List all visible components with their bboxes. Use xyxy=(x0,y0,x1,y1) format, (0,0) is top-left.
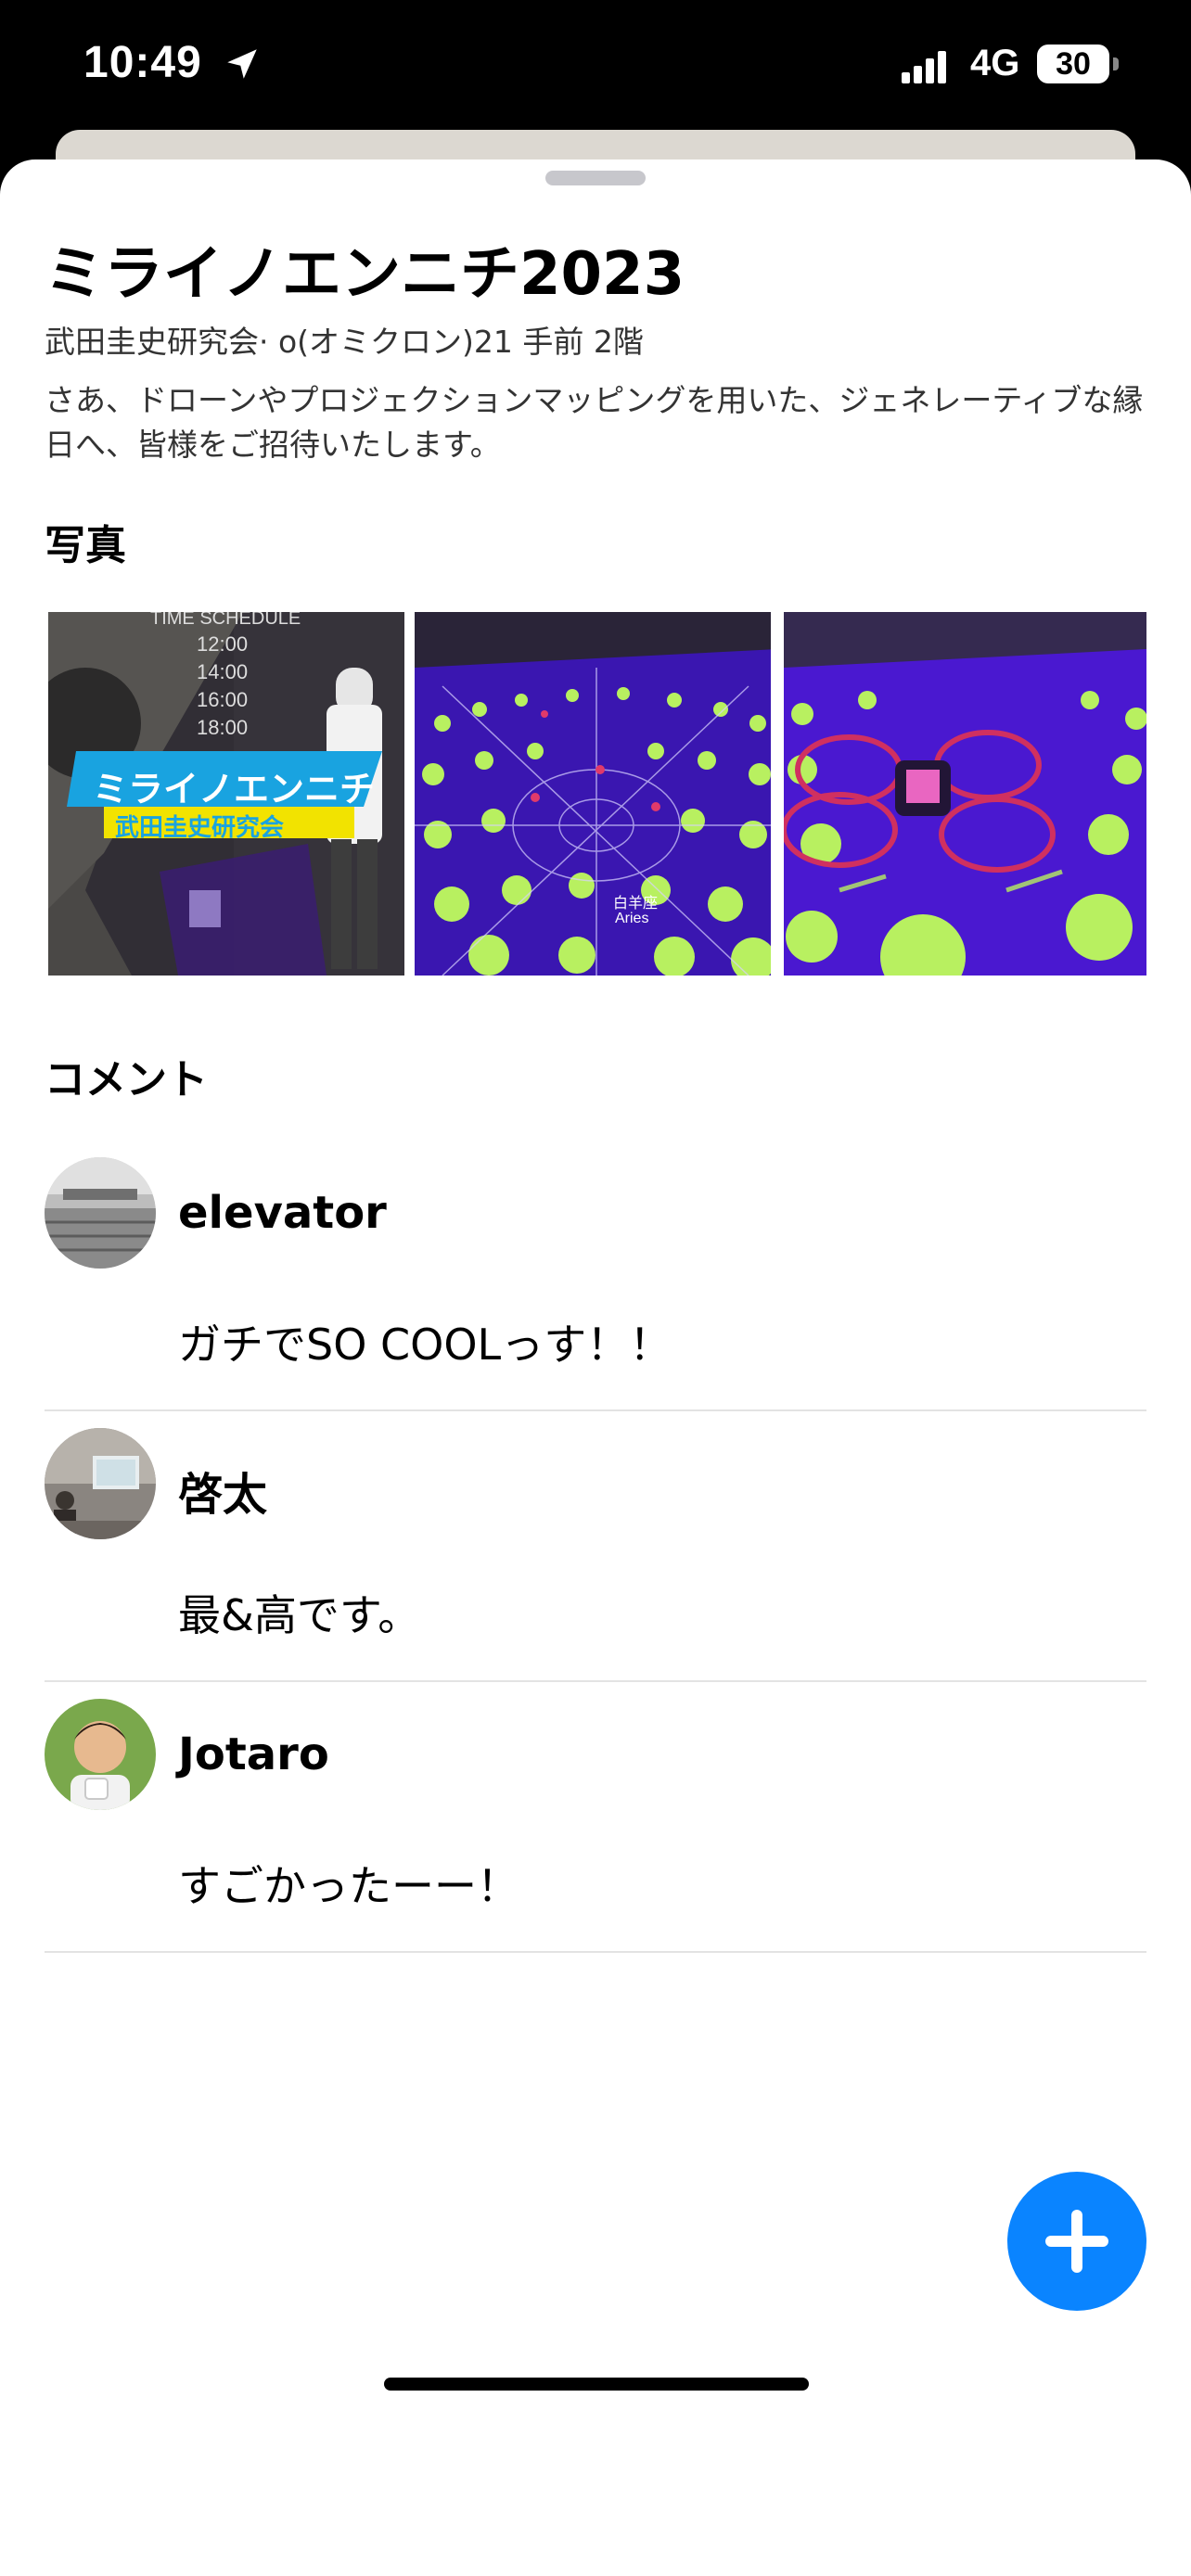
battery-tip xyxy=(1113,57,1119,70)
poster-title: ミライノエンニチ xyxy=(93,769,376,810)
status-time: 10:49 xyxy=(83,38,202,87)
event-title: ミライノエンニチ2023 xyxy=(45,240,685,309)
photo-caption: 白羊座 xyxy=(613,894,659,912)
poster-schedule-time: 12:00 xyxy=(197,632,249,656)
cellular-signal-icon xyxy=(902,51,946,83)
avatar[interactable] xyxy=(45,1428,156,1539)
event-location: 武田圭史研究会· o(オミクロン)21 手前 2階 xyxy=(45,324,644,360)
poster-schedule-time: 14:00 xyxy=(197,660,249,683)
comment-author: 啓太 xyxy=(178,1469,268,1521)
avatar[interactable] xyxy=(45,1699,156,1810)
photo-3-image xyxy=(784,612,1146,976)
battery-icon: 30 xyxy=(1037,45,1109,83)
photo-caption-latin: Aries xyxy=(615,911,649,926)
photo-2[interactable]: 白羊座 Aries xyxy=(415,612,771,976)
network-type: 4G xyxy=(970,43,1020,83)
photo-2-image xyxy=(415,612,771,976)
photo-1[interactable]: TIME SCHEDULE 12:00 14:00 16:00 18:00 ミラ… xyxy=(48,612,404,976)
poster-schedule-time: 16:00 xyxy=(197,688,249,711)
poster-schedule-time: 18:00 xyxy=(197,716,249,739)
avatar-image xyxy=(45,1699,156,1810)
location-arrow-icon xyxy=(227,49,257,79)
photos-heading: 写真 xyxy=(45,522,126,569)
sheet-grabber[interactable] xyxy=(545,171,646,185)
battery-level: 30 xyxy=(1056,46,1091,82)
comment-author: Jotaro xyxy=(178,1728,329,1780)
photo-gallery: TIME SCHEDULE 12:00 14:00 16:00 18:00 ミラ… xyxy=(48,612,1146,976)
home-indicator[interactable] xyxy=(384,2378,809,2391)
comment-item: 啓太 最&高です。 xyxy=(45,1411,1146,1682)
comment-author: elevator xyxy=(178,1187,387,1239)
avatar[interactable] xyxy=(45,1157,156,1269)
status-bar: 10:49 4G 30 xyxy=(0,0,1191,139)
comment-item: elevator ガチでSO COOLっす！！ xyxy=(45,1141,1146,1411)
poster-subtitle: 武田圭史研究会 xyxy=(115,814,285,842)
avatar-image xyxy=(45,1428,156,1539)
photo-3[interactable] xyxy=(784,612,1146,976)
event-description: さあ、ドローンやプロジェクションマッピングを用いた、ジェネレーティブな縁日へ、皆… xyxy=(45,382,1144,463)
add-comment-button[interactable] xyxy=(1007,2172,1146,2311)
comment-text: 最&高です。 xyxy=(178,1590,421,1640)
comment-text: ガチでSO COOLっす！！ xyxy=(178,1320,672,1370)
comment-text: すごかったーー！ xyxy=(178,1861,519,1911)
avatar-image xyxy=(45,1157,156,1269)
plus-icon xyxy=(1045,2210,1108,2273)
poster-schedule-heading: TIME SCHEDULE xyxy=(150,612,301,629)
comments-heading: コメント xyxy=(45,1056,208,1103)
comment-item: Jotaro すごかったーー！ xyxy=(45,1682,1146,1953)
